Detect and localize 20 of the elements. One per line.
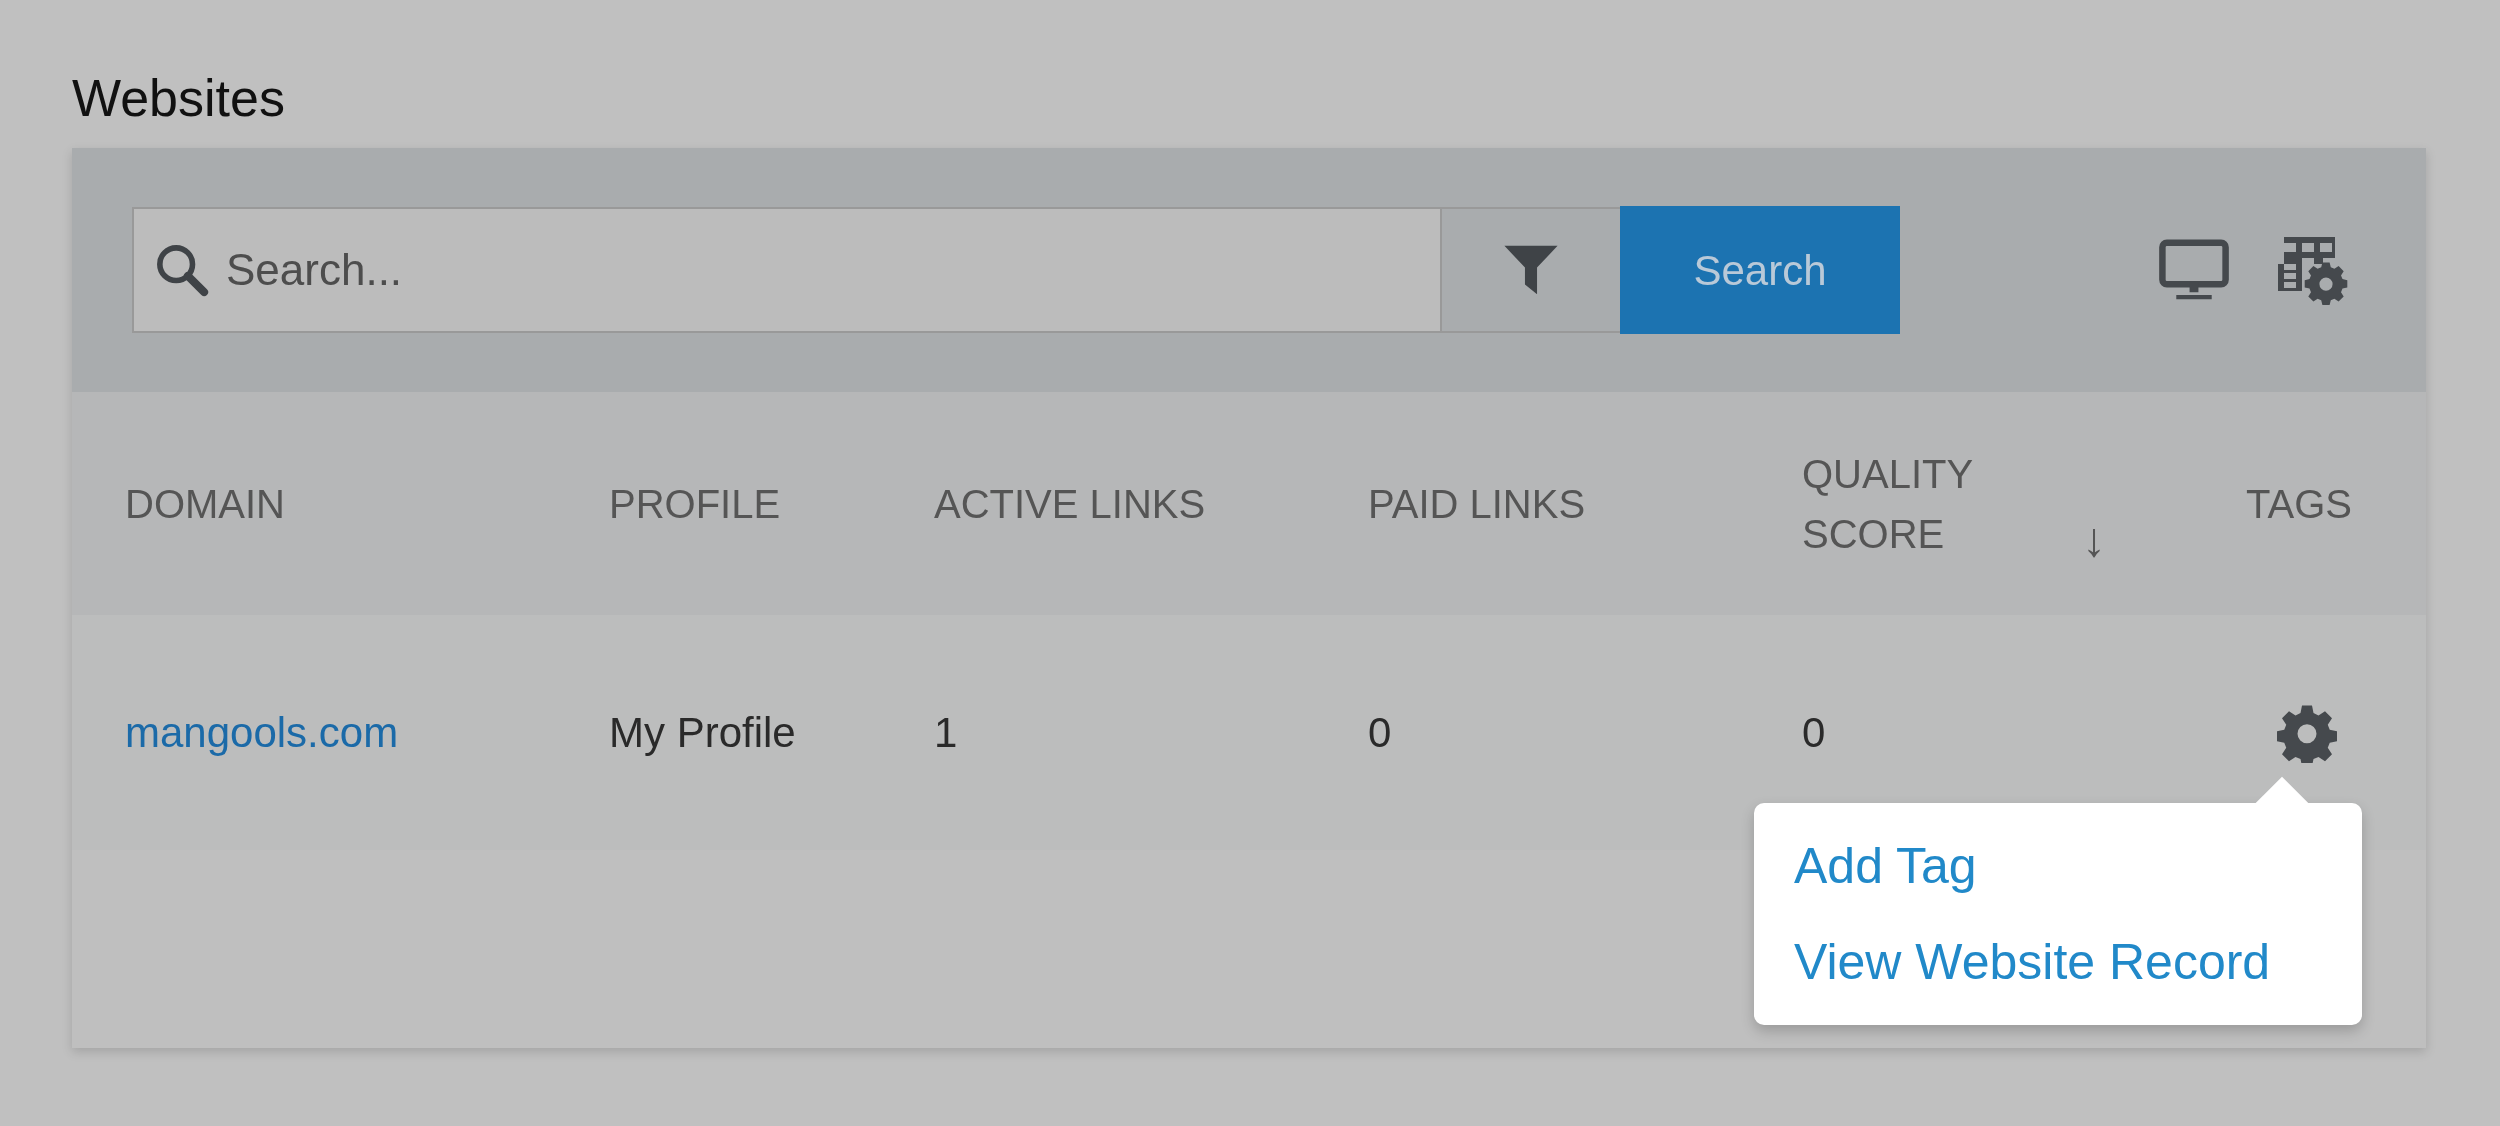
menu-item[interactable]: Add Tag — [1794, 832, 2322, 899]
table-cell: 0 — [1368, 709, 1392, 756]
table-cell: 1 — [934, 709, 958, 756]
filter-button[interactable] — [1442, 207, 1620, 333]
table-cell: 0 — [1802, 709, 1826, 756]
column-header[interactable]: ACTIVE LINKS — [934, 473, 1206, 534]
search-field[interactable]: Search... — [132, 207, 1442, 333]
column-header[interactable]: DOMAIN — [125, 473, 285, 534]
table-cell: My Profile — [609, 709, 796, 756]
domain-link[interactable]: mangools.com — [125, 709, 399, 756]
search-button[interactable]: Search — [1620, 206, 1900, 334]
monitor-icon[interactable] — [2158, 239, 2230, 301]
menu-item[interactable]: View Website Record — [1794, 928, 2322, 995]
sort-arrow[interactable]: ↓ — [2082, 515, 2106, 564]
column-header[interactable]: PROFILE — [609, 473, 781, 534]
column-header[interactable]: QUALITY SCORE — [1802, 443, 2002, 564]
page-title: Websites — [72, 72, 286, 124]
column-header[interactable]: TAGS — [2246, 473, 2352, 534]
search-icon — [154, 242, 210, 298]
column-header[interactable]: PAID LINKS — [1368, 473, 1586, 534]
